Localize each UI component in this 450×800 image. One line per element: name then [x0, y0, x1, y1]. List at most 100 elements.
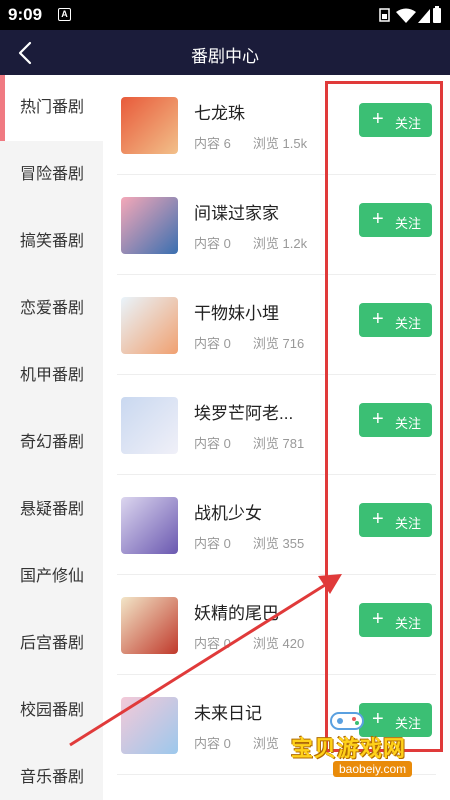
- anime-title: 妖精的尾巴: [194, 604, 279, 623]
- cover-image: [121, 97, 178, 154]
- sidebar-item-label: 恋爱番剧: [20, 300, 85, 317]
- cover-image: [121, 397, 178, 454]
- sidebar-item-mystery[interactable]: 悬疑番剧: [0, 477, 103, 543]
- sim-icon: [379, 8, 390, 22]
- sidebar-item-label: 奇幻番剧: [20, 434, 85, 451]
- content-count: 0: [223, 336, 231, 351]
- views-count: 781: [282, 436, 305, 451]
- content-label: 内容: [194, 536, 221, 551]
- views-label: 浏览: [252, 336, 279, 351]
- active-indicator: [0, 75, 5, 141]
- cover-image: [121, 597, 178, 654]
- follow-label: 关注: [395, 316, 422, 331]
- sidebar-item-label: 悬疑番剧: [20, 501, 85, 518]
- gamepad-icon: [330, 712, 364, 730]
- sidebar-item-hot[interactable]: 热门番剧: [0, 75, 103, 141]
- anime-stats: 内容 6 浏览 1.5k: [194, 133, 307, 152]
- anime-stats: 内容 0 浏览 1.2k: [194, 233, 307, 252]
- follow-label: 关注: [395, 116, 422, 131]
- plus-icon: +: [372, 608, 384, 630]
- watermark-url: baobeiy.com: [333, 761, 413, 777]
- system-status-icons: [379, 6, 441, 23]
- sidebar-item-label: 音乐番剧: [20, 769, 85, 786]
- sidebar-item-fantasy[interactable]: 奇幻番剧: [0, 410, 103, 476]
- anime-stats: 内容 0 浏览 420: [194, 633, 304, 652]
- follow-label: 关注: [395, 616, 422, 631]
- anime-title: 间谍过家家: [194, 204, 279, 223]
- content-label: 内容: [194, 436, 221, 451]
- views-label: 浏览: [252, 536, 279, 551]
- sidebar-item-xianxia[interactable]: 国产修仙: [0, 544, 103, 610]
- views-label: 浏览: [252, 236, 279, 251]
- content-label: 内容: [194, 636, 221, 651]
- sidebar-item-adventure[interactable]: 冒险番剧: [0, 142, 103, 208]
- sidebar-item-label: 机甲番剧: [20, 367, 85, 384]
- anime-title: 埃罗芒阿老...: [194, 404, 294, 423]
- views-count: 716: [282, 336, 305, 351]
- list-item[interactable]: 妖精的尾巴 内容 0 浏览 420 + 关注: [103, 575, 450, 675]
- follow-button[interactable]: + 关注: [359, 503, 432, 537]
- content-label: 内容: [194, 736, 221, 751]
- follow-label: 关注: [395, 216, 422, 231]
- content-count: 0: [223, 536, 231, 551]
- cover-image: [121, 197, 178, 254]
- follow-button[interactable]: + 关注: [359, 303, 432, 337]
- cover-image: [121, 497, 178, 554]
- sidebar-item-label: 热门番剧: [20, 99, 85, 116]
- plus-icon: +: [372, 108, 384, 130]
- anime-title: 七龙珠: [194, 104, 245, 123]
- sidebar-item-comedy[interactable]: 搞笑番剧: [0, 209, 103, 275]
- sidebar-item-romance[interactable]: 恋爱番剧: [0, 276, 103, 342]
- views-label: 浏览: [252, 636, 279, 651]
- plus-icon: +: [372, 208, 384, 230]
- signal-icon: [418, 9, 430, 23]
- sidebar-item-mecha[interactable]: 机甲番剧: [0, 343, 103, 409]
- follow-button[interactable]: + 关注: [359, 403, 432, 437]
- plus-icon: +: [372, 508, 384, 530]
- content-label: 内容: [194, 136, 221, 151]
- follow-button[interactable]: + 关注: [359, 203, 432, 237]
- views-count: 1.2k: [282, 236, 308, 251]
- wifi-icon: [396, 8, 416, 23]
- battery-icon: [433, 6, 441, 23]
- cover-image: [121, 297, 178, 354]
- plus-icon: +: [372, 408, 384, 430]
- list-item[interactable]: 干物妹小埋 内容 0 浏览 716 + 关注: [103, 275, 450, 375]
- anime-title: 干物妹小埋: [194, 304, 279, 323]
- content-count: 0: [223, 436, 231, 451]
- status-time: 9:09: [8, 5, 43, 24]
- sidebar-item-music[interactable]: 音乐番剧: [0, 745, 103, 800]
- follow-button[interactable]: + 关注: [359, 103, 432, 137]
- category-sidebar: 热门番剧 冒险番剧 搞笑番剧 恋爱番剧 机甲番剧 奇幻番剧 悬疑番剧 国产修仙 …: [0, 75, 103, 800]
- sidebar-item-school[interactable]: 校园番剧: [0, 678, 103, 744]
- views-count: 420: [282, 636, 305, 651]
- content-count: 6: [223, 136, 231, 151]
- anime-title: 战机少女: [194, 504, 262, 523]
- list-item[interactable]: 埃罗芒阿老... 内容 0 浏览 781 + 关注: [103, 375, 450, 475]
- sidebar-item-label: 国产修仙: [20, 568, 85, 585]
- content-count: 0: [223, 736, 231, 751]
- views-label: 浏览: [252, 136, 279, 151]
- content-count: 0: [223, 636, 231, 651]
- views-count: 1.5k: [282, 136, 308, 151]
- anime-stats: 内容 0 浏览 355: [194, 533, 304, 552]
- anime-stats: 内容 0 浏览: [194, 733, 283, 752]
- plus-icon: +: [372, 308, 384, 330]
- sidebar-item-harem[interactable]: 后宫番剧: [0, 611, 103, 677]
- list-item[interactable]: 战机少女 内容 0 浏览 355 + 关注: [103, 475, 450, 575]
- anime-title: 未来日记: [194, 704, 262, 723]
- list-item[interactable]: 七龙珠 内容 6 浏览 1.5k + 关注: [103, 75, 450, 175]
- content-count: 0: [223, 236, 231, 251]
- list-item[interactable]: 间谍过家家 内容 0 浏览 1.2k + 关注: [103, 175, 450, 275]
- cover-image: [121, 697, 178, 754]
- status-bar: 9:09 A: [0, 0, 450, 30]
- sidebar-item-label: 搞笑番剧: [20, 233, 85, 250]
- follow-button[interactable]: + 关注: [359, 603, 432, 637]
- anime-stats: 内容 0 浏览 781: [194, 433, 304, 452]
- follow-label: 关注: [395, 416, 422, 431]
- page-title: 番剧中心: [191, 47, 259, 66]
- notification-a-icon: A: [58, 8, 71, 21]
- watermark-logo: 宝贝游戏网 baobeiy.com: [283, 705, 443, 785]
- views-count: 355: [282, 536, 305, 551]
- top-app-bar: 番剧中心: [0, 30, 450, 75]
